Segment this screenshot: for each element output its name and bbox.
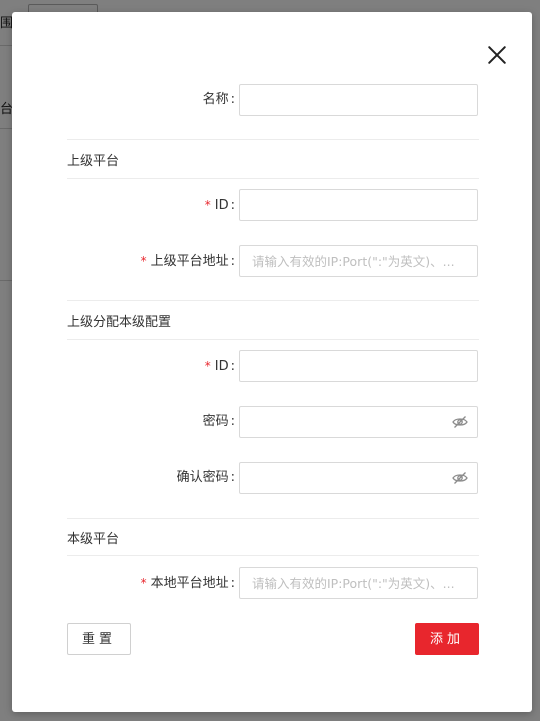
section-divider bbox=[67, 555, 479, 556]
local-address-row: * 本地平台地址: bbox=[12, 567, 532, 599]
superior-address-row: * 上级平台地址: bbox=[12, 245, 532, 277]
close-icon[interactable] bbox=[487, 45, 507, 65]
section-divider bbox=[67, 339, 479, 340]
background-divider bbox=[0, 45, 12, 46]
superior-id-label: * ID: bbox=[204, 198, 235, 213]
name-label: 名称: bbox=[202, 92, 235, 107]
section-title-superior-assign: 上级分配本级配置 bbox=[67, 315, 172, 330]
section-divider bbox=[67, 178, 479, 179]
superior-id-input[interactable] bbox=[239, 189, 478, 221]
section-divider bbox=[67, 300, 479, 301]
superior-address-label: * 上级平台地址: bbox=[140, 254, 235, 269]
name-input[interactable] bbox=[239, 84, 478, 116]
superior-id-row: * ID: bbox=[12, 189, 532, 221]
section-title-local-platform: 本级平台 bbox=[67, 532, 120, 547]
background-divider bbox=[0, 280, 12, 281]
background-divider bbox=[0, 128, 12, 129]
local-id-row: * ID: bbox=[12, 350, 532, 382]
section-divider bbox=[67, 518, 479, 519]
local-id-input[interactable] bbox=[239, 350, 478, 382]
reset-button[interactable]: 重置 bbox=[67, 623, 131, 655]
superior-address-input[interactable] bbox=[239, 245, 478, 277]
section-divider bbox=[67, 139, 479, 140]
local-address-input[interactable] bbox=[239, 567, 478, 599]
name-row: 名称: bbox=[12, 84, 532, 116]
add-platform-dialog: 名称: 上级平台 *ID: *上级平台地址: 上级分配本级配置 *ID: 密码:… bbox=[12, 12, 532, 712]
confirm-password-row: 确认密码: bbox=[12, 462, 532, 494]
eye-off-icon[interactable] bbox=[452, 471, 468, 485]
local-id-label: * ID: bbox=[204, 359, 235, 374]
eye-off-icon[interactable] bbox=[452, 415, 468, 429]
password-row: 密码: bbox=[12, 406, 532, 438]
confirm-password-input[interactable] bbox=[239, 462, 478, 494]
password-input[interactable] bbox=[239, 406, 478, 438]
local-address-label: * 本地平台地址: bbox=[140, 576, 235, 591]
add-button[interactable]: 添加 bbox=[415, 623, 479, 655]
section-title-superior-platform: 上级平台 bbox=[67, 154, 120, 169]
confirm-password-label: 确认密码: bbox=[176, 470, 235, 485]
password-label: 密码: bbox=[202, 414, 235, 429]
